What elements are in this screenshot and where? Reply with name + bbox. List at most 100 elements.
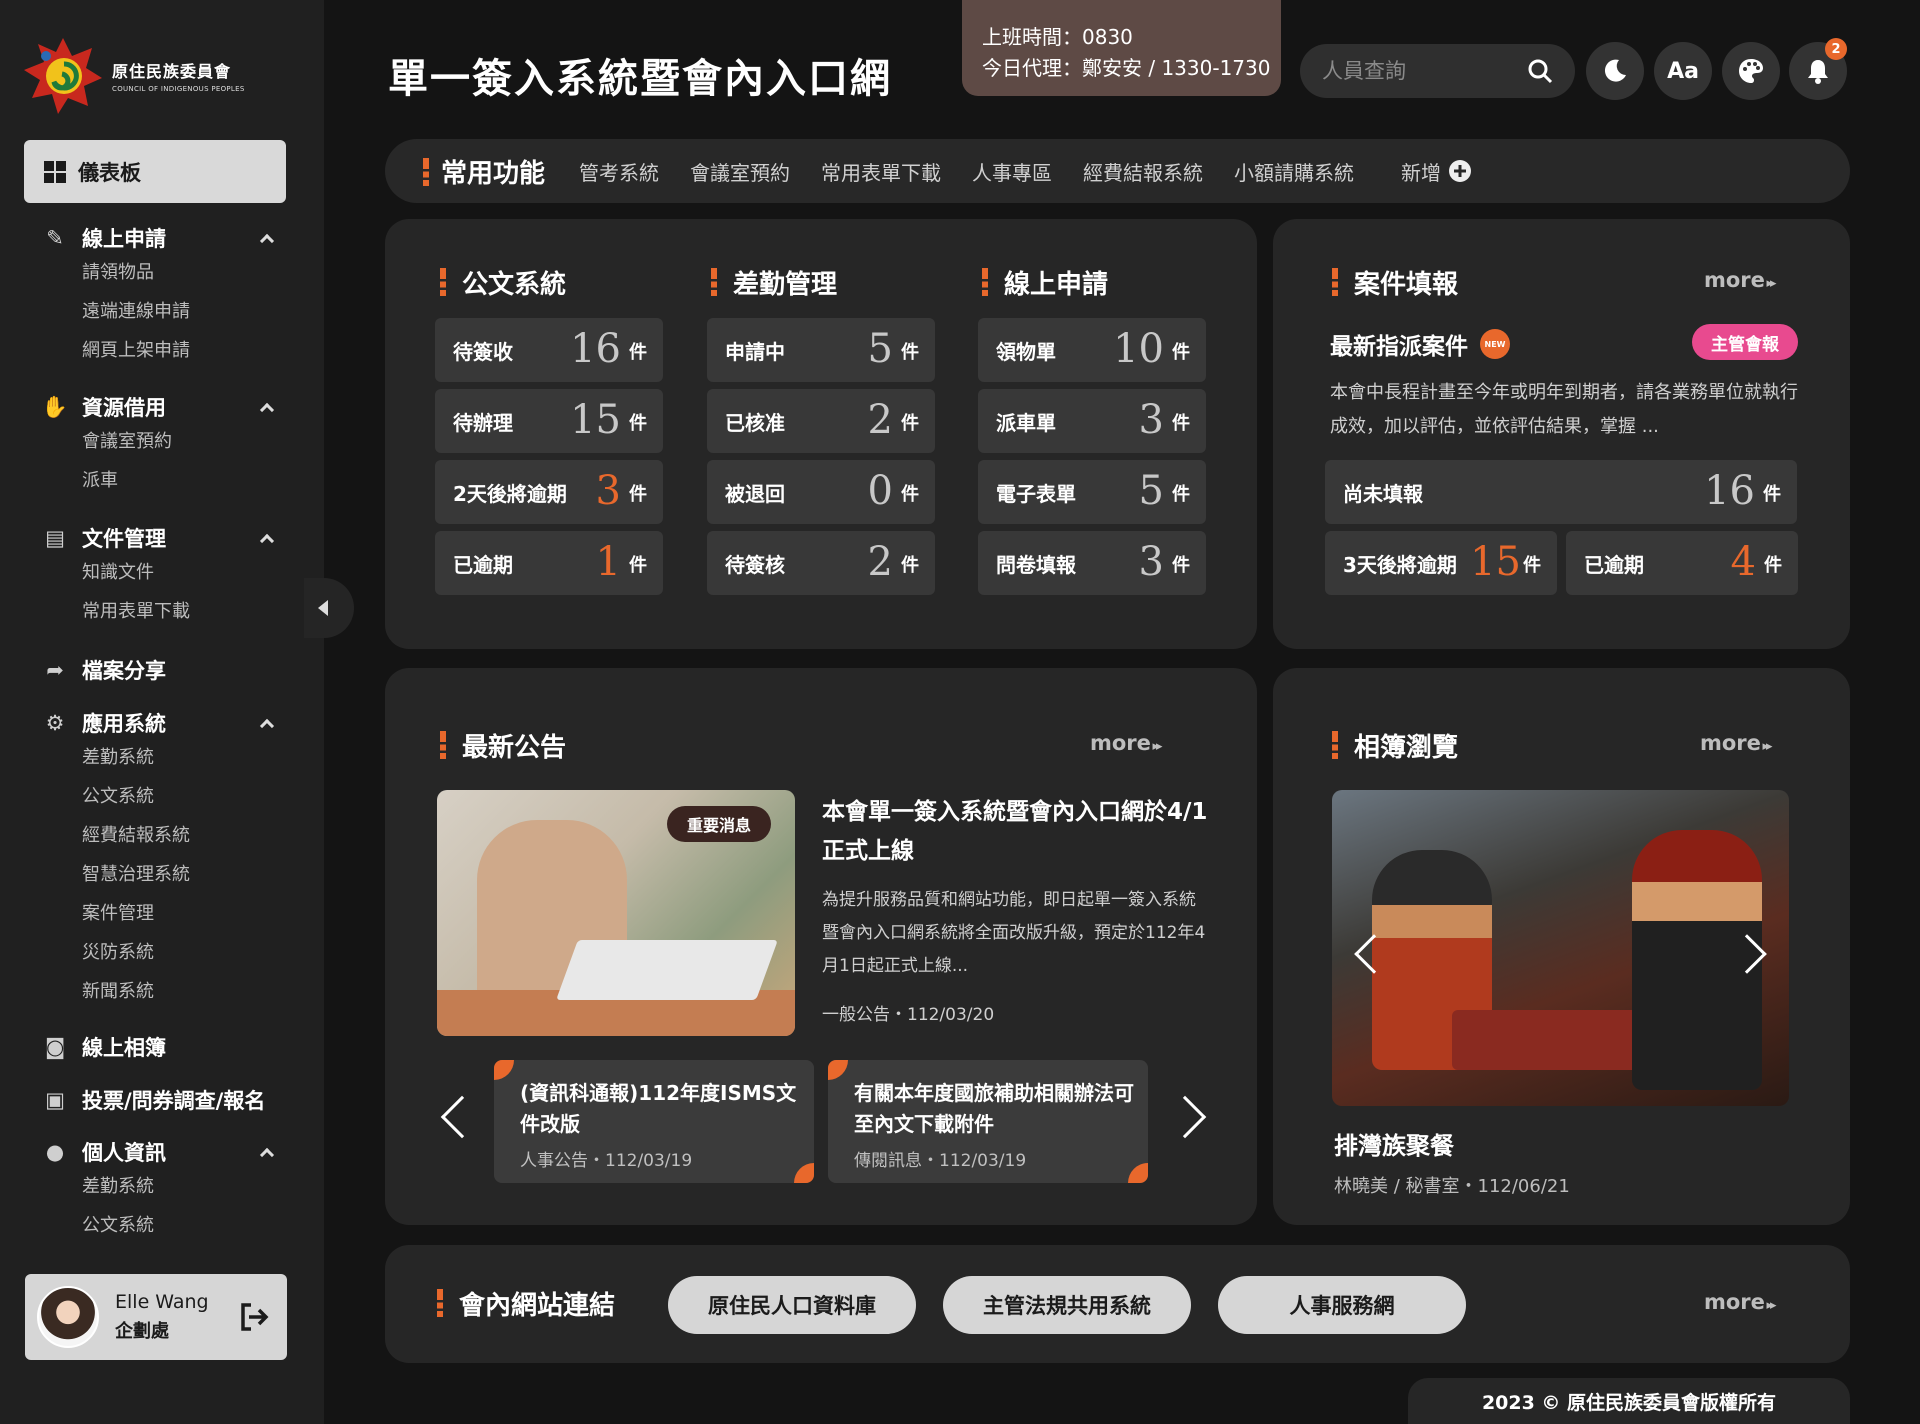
- sidebar-group-resource: ✋ 資源借用 會議室預約 派車: [42, 392, 282, 500]
- sidebar-subitem[interactable]: 網頁上架申請: [42, 331, 282, 370]
- sidebar-item-documents[interactable]: ▤ 文件管理: [42, 523, 282, 553]
- news-card-meta: 人事公告・112/03/19: [520, 1151, 693, 1171]
- stat-card[interactable]: 被退回 0 件: [707, 460, 935, 524]
- stat-card[interactable]: 領物單 10 件: [978, 318, 1206, 382]
- quick-link[interactable]: 人事專區: [972, 157, 1052, 186]
- sidebar-item-file-share[interactable]: ➦ 檔案分享: [42, 655, 282, 685]
- stat-card[interactable]: 待簽核 2 件: [707, 531, 935, 595]
- quick-link[interactable]: 會議室預約: [690, 157, 790, 186]
- sidebar-subitem[interactable]: 差勤系統: [42, 738, 282, 777]
- section-title-attendance: 差勤管理: [711, 264, 837, 301]
- moon-icon: [1604, 59, 1626, 82]
- sidebar-subitem[interactable]: 請領物品: [42, 253, 282, 292]
- sidebar-subitem[interactable]: 知識文件: [42, 553, 282, 592]
- sidebar-item-vote[interactable]: ▣ 投票/問券調查/報名: [42, 1085, 282, 1115]
- sidebar-item-personal[interactable]: ● 個人資訊: [42, 1137, 282, 1167]
- search-icon[interactable]: [1527, 58, 1553, 84]
- case-stat-overdue[interactable]: 已逾期 4 件: [1566, 531, 1798, 595]
- sidebar-subitem[interactable]: 遠端連線申請: [42, 292, 282, 331]
- add-label: 新增: [1401, 160, 1442, 185]
- sidebar-subitem[interactable]: 派車: [42, 461, 282, 500]
- chevron-up-icon[interactable]: [259, 718, 275, 734]
- cases-more-link[interactable]: more: [1704, 268, 1774, 292]
- album-photo[interactable]: [1332, 790, 1789, 1106]
- stat-label: 問卷填報: [996, 552, 1076, 577]
- news-headline[interactable]: 本會單一簽入系統暨會內入口網於4/1正式上線: [822, 793, 1212, 871]
- section-title-text: 最新公告: [462, 733, 567, 763]
- site-link-button[interactable]: 人事服務網: [1218, 1276, 1466, 1334]
- stat-unit: 件: [629, 342, 647, 363]
- quick-link[interactable]: 管考系統: [579, 157, 659, 186]
- site-link-button[interactable]: 原住民人口資料庫: [668, 1276, 916, 1334]
- sidebar-subitem[interactable]: 新聞系統: [42, 972, 282, 1011]
- stat-card[interactable]: 2天後將逾期 3 件: [435, 460, 663, 524]
- sidebar-item-online-apply[interactable]: ✎ 線上申請: [42, 223, 282, 253]
- stat-card[interactable]: 電子表單 5 件: [978, 460, 1206, 524]
- stat-card[interactable]: 待簽收 16 件: [435, 318, 663, 382]
- sidebar-item-dashboard[interactable]: 儀表板: [24, 140, 286, 203]
- album-photo-title[interactable]: 排灣族聚餐: [1334, 1126, 1454, 1161]
- stat-value: 16: [1704, 468, 1755, 514]
- notification-button[interactable]: 2: [1789, 38, 1847, 100]
- stat-card[interactable]: 待辦理 15 件: [435, 389, 663, 453]
- sidebar-subitem[interactable]: 經費結報系統: [42, 816, 282, 855]
- sidebar-subitem[interactable]: 常用表單下載: [42, 592, 282, 631]
- news-more-link[interactable]: more: [1090, 731, 1160, 755]
- chevron-up-icon[interactable]: [259, 1147, 275, 1163]
- site-link-button[interactable]: 主管法規共用系統: [943, 1276, 1191, 1334]
- quick-link[interactable]: 小額請購系統: [1234, 157, 1354, 186]
- stat-unit: 件: [1172, 484, 1190, 505]
- stat-card[interactable]: 問卷填報 3 件: [978, 531, 1206, 595]
- case-description[interactable]: 本會中長程計畫至今年或明年到期者，請各業務單位就執行成效，加以評估，並依評估結果…: [1330, 376, 1800, 444]
- stat-unit: 件: [1523, 555, 1541, 576]
- stat-unit: 件: [1172, 342, 1190, 363]
- stat-value: 4: [1730, 539, 1756, 585]
- theme-button[interactable]: [1722, 42, 1780, 100]
- sidebar-subitem[interactable]: 差勤系統: [42, 1167, 282, 1206]
- stat-value: 5: [867, 326, 893, 372]
- sidebar-item-label: 文件管理: [82, 527, 166, 551]
- sidebar: 原住民族委員會 COUNCIL OF INDIGENOUS PEOPLES 儀表…: [0, 0, 324, 1424]
- stat-unit: 件: [901, 413, 919, 434]
- sidebar-subitem[interactable]: 公文系統: [42, 1206, 282, 1245]
- accent-mark: [440, 731, 446, 759]
- sidebar-item-album[interactable]: ◙ 線上相簿: [42, 1032, 282, 1062]
- font-size-button[interactable]: Aa: [1654, 42, 1712, 100]
- album-more-link[interactable]: more: [1700, 731, 1770, 755]
- chevron-up-icon[interactable]: [259, 233, 275, 249]
- hand-icon: ✋: [41, 394, 69, 419]
- quick-link[interactable]: 經費結報系統: [1083, 157, 1203, 186]
- case-stat-due[interactable]: 3天後將逾期 15 件: [1325, 531, 1557, 595]
- sidebar-subitem[interactable]: 智慧治理系統: [42, 855, 282, 894]
- chevron-up-icon[interactable]: [259, 533, 275, 549]
- stat-card[interactable]: 已核准 2 件: [707, 389, 935, 453]
- sidebar-item-resource[interactable]: ✋ 資源借用: [42, 392, 282, 422]
- logout-icon[interactable]: [237, 1300, 271, 1334]
- chevron-up-icon[interactable]: [259, 402, 275, 418]
- stat-label: 被退回: [725, 481, 785, 506]
- logo[interactable]: 原住民族委員會 COUNCIL OF INDIGENOUS PEOPLES: [22, 34, 245, 116]
- search-input[interactable]: [1322, 59, 1512, 83]
- case-tag: 主管會報: [1692, 324, 1798, 360]
- case-stat-pending[interactable]: 尚未填報 16 件: [1325, 460, 1797, 524]
- news-card[interactable]: (資訊科通報)112年度ISMS文件改版 人事公告・112/03/19: [494, 1060, 814, 1183]
- sidebar-collapse-button[interactable]: [304, 578, 354, 638]
- stat-unit: 件: [901, 342, 919, 363]
- sidebar-subitem[interactable]: 會議室預約: [42, 422, 282, 461]
- stat-card[interactable]: 申請中 5 件: [707, 318, 935, 382]
- dark-mode-button[interactable]: [1586, 42, 1644, 100]
- user-card[interactable]: Elle Wang 企劃處: [25, 1274, 287, 1360]
- links-more-link[interactable]: more: [1704, 1290, 1774, 1314]
- news-card[interactable]: 有關本年度國旅補助相關辦法可至內文下載附件 傳閱訊息・112/03/19: [828, 1060, 1148, 1183]
- sidebar-subitem[interactable]: 公文系統: [42, 777, 282, 816]
- sidebar-item-applications[interactable]: ⚙ 應用系統: [42, 708, 282, 738]
- quick-link[interactable]: 常用表單下載: [821, 157, 941, 186]
- stat-card[interactable]: 已逾期 1 件: [435, 531, 663, 595]
- add-quick-link-button[interactable]: 新增: [1401, 157, 1472, 186]
- stat-card[interactable]: 派車單 3 件: [978, 389, 1206, 453]
- sidebar-item-label: 線上相簿: [82, 1036, 166, 1060]
- sidebar-subitem[interactable]: 災防系統: [42, 933, 282, 972]
- accent-mark: [440, 268, 446, 296]
- news-image[interactable]: 重要消息: [437, 790, 795, 1036]
- sidebar-subitem[interactable]: 案件管理: [42, 894, 282, 933]
